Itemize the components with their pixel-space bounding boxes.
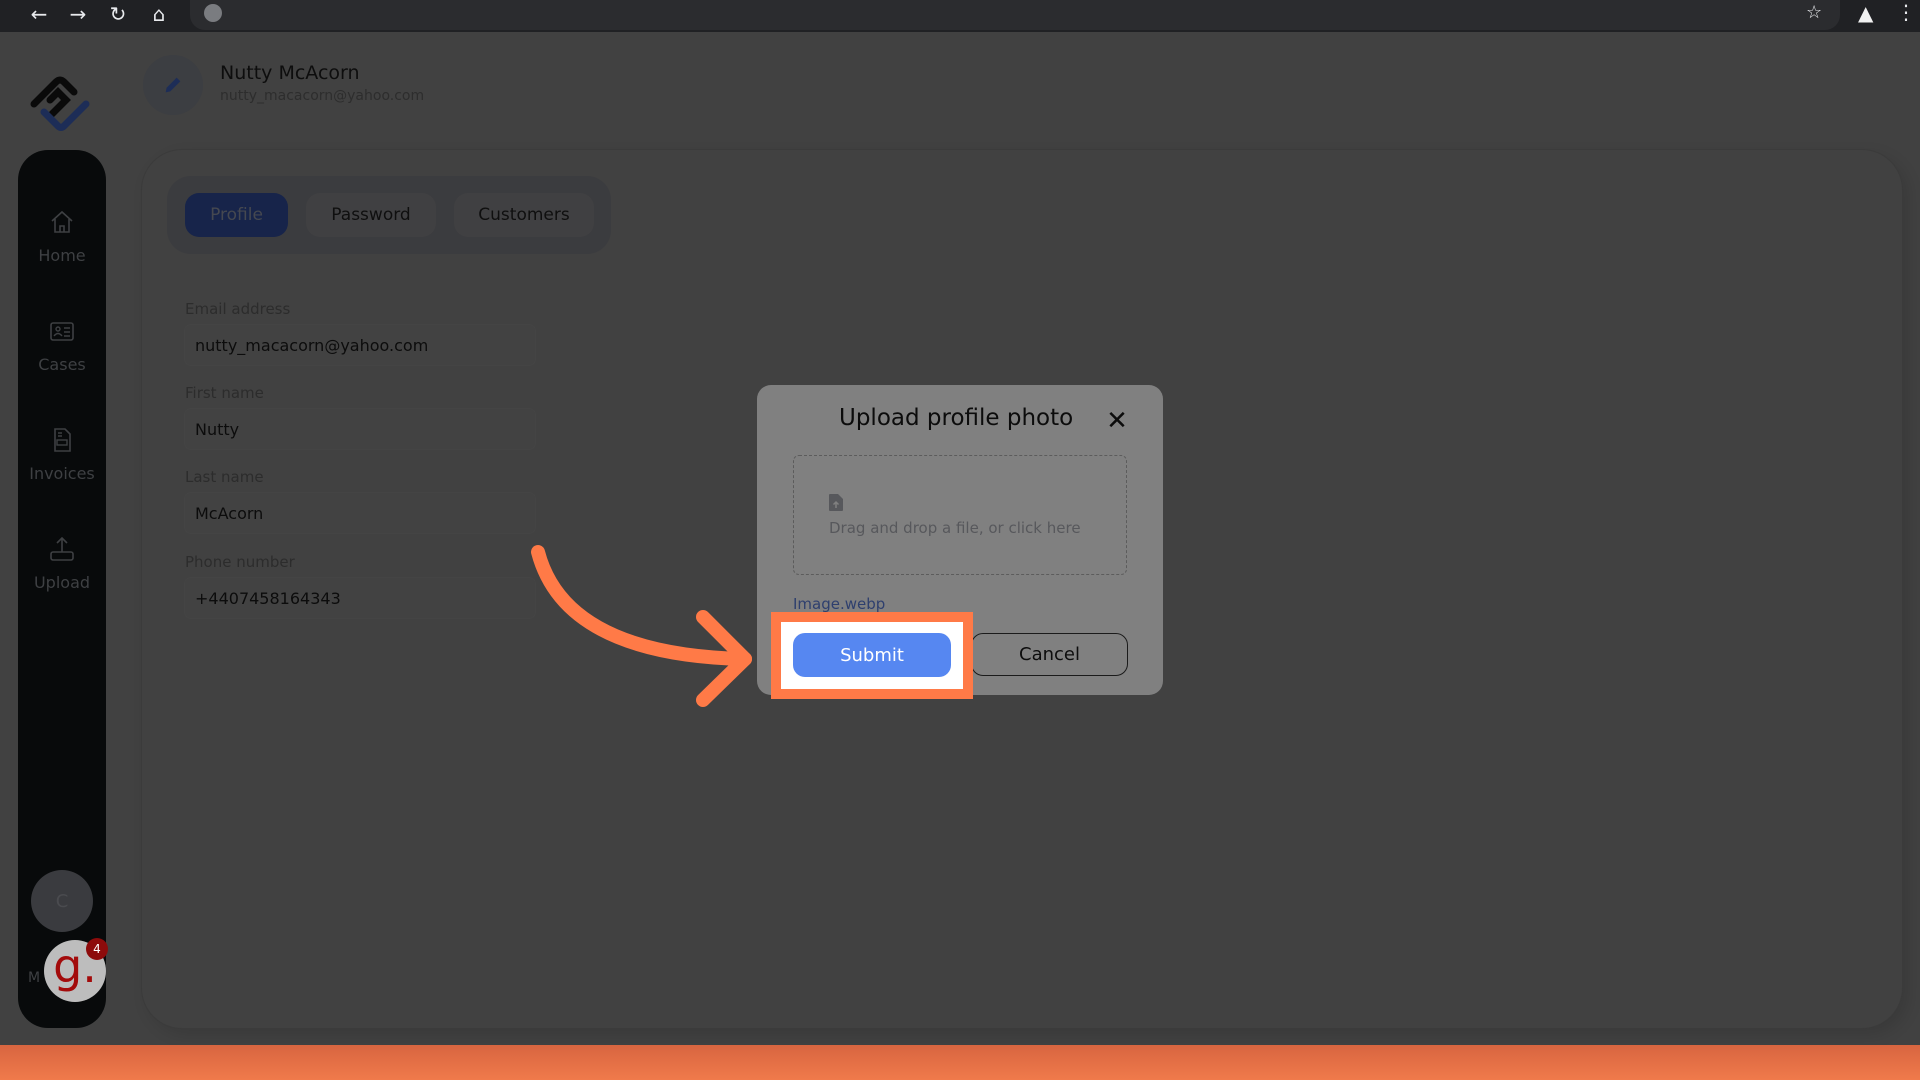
sidebar-item-cases[interactable]: Cases	[18, 317, 106, 374]
user-name: Nutty McAcorn	[220, 62, 360, 84]
cancel-button[interactable]: Cancel	[971, 633, 1128, 676]
email-field[interactable]: nutty_macacorn@yahoo.com	[185, 325, 535, 365]
browser-toolbar: ← → ↻ ⌂ ☆ ▲ ⋮	[0, 0, 1920, 32]
extensions-puzzle-icon[interactable]: ▲	[1858, 1, 1873, 25]
user-avatar[interactable]: C	[31, 870, 93, 932]
back-icon[interactable]: ←	[24, 0, 54, 28]
selected-file-name[interactable]: Image.webp	[793, 595, 885, 613]
home-icon[interactable]: ⌂	[144, 0, 174, 28]
close-icon[interactable]: ✕	[1103, 407, 1131, 435]
phone-label: Phone number	[185, 553, 295, 571]
phone-field[interactable]: +4407458164343	[185, 578, 535, 618]
last-name-label: Last name	[185, 468, 264, 486]
sidebar-item-label: Invoices	[29, 464, 95, 483]
file-upload-icon	[829, 494, 843, 511]
file-dropzone[interactable]: Drag and drop a file, or click here	[793, 455, 1127, 575]
sidebar-item-label: Home	[38, 246, 86, 265]
email-label: Email address	[185, 300, 291, 318]
forward-icon[interactable]: →	[63, 0, 93, 28]
notification-badge: 4	[86, 938, 108, 960]
submit-button[interactable]: Submit	[793, 633, 951, 677]
last-name-field[interactable]: McAcorn	[185, 493, 535, 533]
home-icon	[51, 210, 73, 233]
sidebar: Home Cases Invoices Upload C M	[18, 150, 106, 1028]
first-name-field[interactable]: Nutty	[185, 409, 535, 449]
annotation-arrow-icon	[531, 545, 752, 707]
sidebar-item-upload[interactable]: Upload	[18, 535, 106, 592]
app-logo[interactable]	[28, 72, 94, 132]
sidebar-more-label: M	[28, 970, 41, 986]
sidebar-item-label: Upload	[33, 573, 91, 592]
reload-icon[interactable]: ↻	[103, 0, 133, 28]
dropzone-text: Drag and drop a file, or click here	[829, 519, 1081, 537]
tab-profile[interactable]: Profile	[185, 193, 288, 237]
address-bar[interactable]	[190, 0, 1840, 30]
pencil-icon	[165, 77, 181, 93]
upload-icon	[50, 536, 74, 561]
tab-customers[interactable]: Customers	[454, 193, 594, 237]
edit-profile-photo-button[interactable]	[143, 55, 203, 115]
sidebar-item-invoices[interactable]: Invoices	[18, 426, 106, 483]
settings-tabs: Profile Password Customers	[167, 176, 611, 254]
id-card-icon	[50, 322, 74, 341]
sidebar-item-label: Cases	[38, 355, 86, 374]
modal-title: Upload profile photo	[839, 405, 1074, 431]
invoice-document-icon	[54, 428, 71, 452]
globe-icon	[204, 4, 222, 22]
first-name-label: First name	[185, 384, 264, 402]
browser-menu-icon[interactable]: ⋮	[1896, 0, 1916, 24]
bookmark-star-icon[interactable]: ☆	[1806, 2, 1822, 23]
tab-password[interactable]: Password	[306, 193, 436, 237]
sidebar-item-home[interactable]: Home	[18, 208, 106, 265]
bottom-decorative-band	[0, 1045, 1920, 1080]
user-email: nutty_macacorn@yahoo.com	[220, 88, 425, 104]
